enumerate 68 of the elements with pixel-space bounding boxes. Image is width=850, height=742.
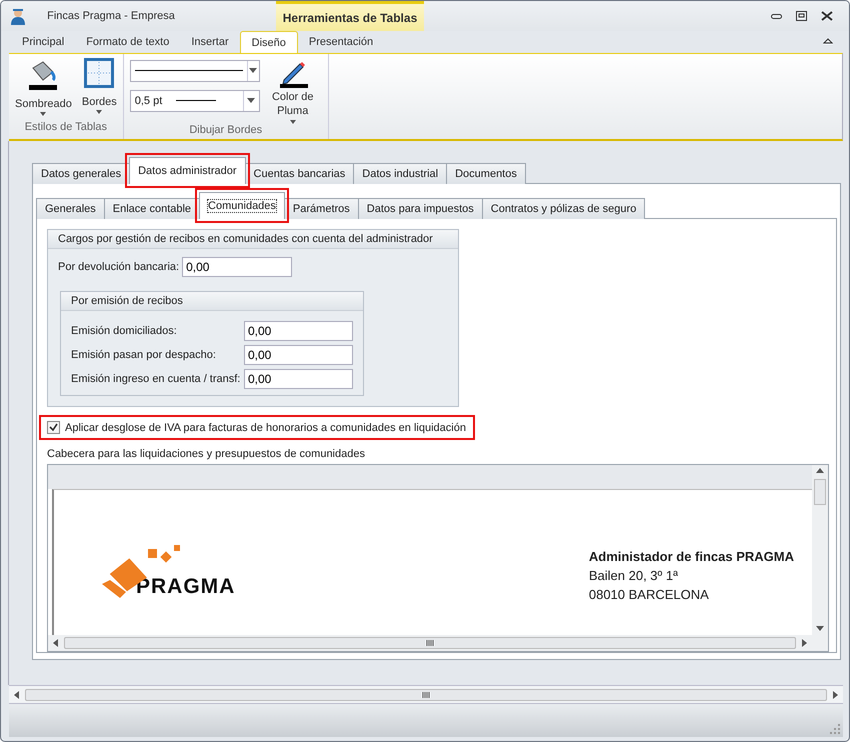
- field-label: Por devolución bancaria:: [58, 261, 180, 273]
- tab[interactable]: Parámetros: [284, 198, 359, 219]
- checkbox[interactable]: [47, 421, 60, 434]
- line-weight-dropdown[interactable]: 0,5 pt: [130, 90, 260, 112]
- input-field[interactable]: 0,00: [244, 345, 353, 365]
- line-weight-icon: [176, 100, 216, 102]
- tab[interactable]: Contratos y pólizas de seguro: [482, 198, 646, 219]
- tab[interactable]: Datos industrial: [353, 163, 448, 184]
- scroll-right-icon[interactable]: [831, 690, 839, 698]
- user-icon: [10, 7, 26, 25]
- dropdown-caret-icon: [290, 120, 296, 124]
- scroll-up-icon[interactable]: [816, 467, 824, 475]
- company-name: Administador de fincas PRAGMA: [588, 548, 794, 566]
- input-field[interactable]: 0,00: [182, 257, 292, 277]
- scroll-down-icon[interactable]: [816, 625, 824, 633]
- shading-button[interactable]: Sombreado: [15, 58, 72, 121]
- close-icon[interactable]: [821, 11, 833, 21]
- address-line: 08010 BARCELONA: [588, 586, 710, 604]
- field-label: Emisión pasan por despacho:: [71, 349, 217, 361]
- ribbon-tab[interactable]: Insertar: [180, 31, 240, 53]
- dropdown-arrow-icon[interactable]: [247, 97, 256, 105]
- scrollbar-thumb[interactable]: [814, 479, 826, 505]
- tab[interactable]: Documentos: [446, 163, 526, 184]
- ribbon-tab[interactable]: Presentación: [298, 31, 384, 53]
- scroll-right-icon[interactable]: [800, 639, 808, 647]
- minimize-icon[interactable]: [771, 14, 782, 18]
- editor-label: Cabecera para las liquidaciones y presupuestos de comunidades: [47, 448, 366, 460]
- ribbon-tab[interactable]: Principal: [11, 31, 76, 53]
- tab[interactable]: Datos para impuestos: [358, 198, 483, 219]
- header-editor[interactable]: PRAGMA Administador de fincas PRAGMA Bailen 20, 3º 1ª 08010 BARCELONA: [47, 464, 829, 652]
- context-tab-title: Herramientas de Tablas: [276, 1, 424, 31]
- borders-button[interactable]: Bordes: [82, 58, 117, 121]
- ribbon-tab[interactable]: Formato de texto: [75, 31, 180, 53]
- collapse-ribbon-icon[interactable]: [823, 37, 833, 44]
- group-title: Por emisión de recibos: [61, 292, 363, 311]
- scroll-left-icon[interactable]: [52, 639, 60, 647]
- field-label: Emisión ingreso en cuenta / transf:: [71, 373, 241, 385]
- scroll-left-icon[interactable]: [13, 690, 21, 698]
- line-style-icon: [134, 70, 243, 72]
- field-label: Emisión domiciliados:: [71, 325, 178, 337]
- group-label: Dibujar Bordes: [188, 124, 264, 138]
- grip-icon[interactable]: [426, 639, 434, 647]
- checkbox-label: Aplicar desglose de IVA para facturas de honorarios a comunidades en liquidación: [65, 422, 466, 434]
- group-title: Cargos por gestión de recibos en comunidades con cuenta del administrador: [48, 230, 458, 249]
- resize-grip-icon[interactable]: [830, 724, 840, 734]
- horizontal-scrollbar[interactable]: [48, 635, 812, 651]
- borders-icon: [84, 58, 114, 88]
- tab[interactable]: Enlace contable: [104, 198, 200, 219]
- logo-text: PRAGMA: [136, 575, 236, 599]
- horizontal-scrollbar[interactable]: [9, 685, 843, 703]
- address-line: Bailen 20, 3º 1ª: [588, 567, 679, 585]
- tab[interactable]: Cuentas bancarias: [244, 163, 354, 184]
- grip-icon[interactable]: [422, 690, 430, 698]
- dropdown-caret-icon: [96, 110, 102, 114]
- tab[interactable]: Generales: [36, 198, 105, 219]
- maximize-icon[interactable]: [796, 11, 807, 21]
- input-field[interactable]: 0,00: [244, 369, 353, 389]
- pen-color-button[interactable]: Color de Pluma: [270, 58, 316, 124]
- dropdown-caret-icon: [40, 112, 46, 116]
- ribbon-tab[interactable]: Diseño: [240, 31, 298, 53]
- dropdown-arrow-icon[interactable]: [249, 67, 258, 75]
- window-title: Fincas Pragma - Empresa: [46, 9, 176, 24]
- tab[interactable]: Datos generales: [32, 163, 130, 184]
- line-style-dropdown[interactable]: [130, 60, 260, 82]
- vertical-scrollbar[interactable]: [812, 465, 828, 635]
- group-label: Estilos de Tablas: [24, 121, 108, 135]
- input-field[interactable]: 0,00: [244, 321, 353, 341]
- check-icon: [49, 423, 58, 432]
